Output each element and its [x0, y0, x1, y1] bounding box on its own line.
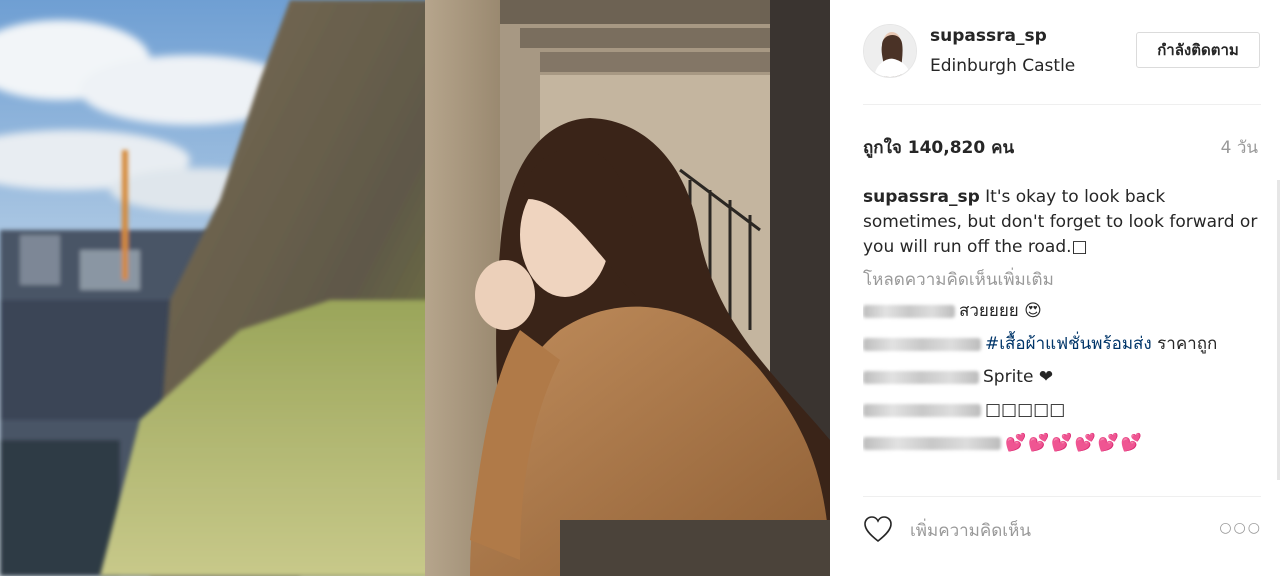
- instagram-post: supassra_sp Edinburgh Castle กำลังติดตาม…: [0, 0, 1280, 576]
- comment-text: 💕💕💕💕💕💕: [1005, 433, 1145, 453]
- blurred-username[interactable]: [863, 304, 955, 318]
- comment-item: 💕💕💕💕💕💕: [863, 431, 1261, 456]
- comment-item: Sprite ❤: [863, 365, 1261, 390]
- header-divider: [863, 104, 1261, 105]
- post-username[interactable]: supassra_sp: [930, 26, 1047, 46]
- post-details-panel: supassra_sp Edinburgh Castle กำลังติดตาม…: [830, 0, 1280, 576]
- comment-item: □□□□□: [863, 398, 1261, 423]
- footer-divider: [863, 496, 1261, 497]
- blurred-username[interactable]: [863, 337, 981, 351]
- following-button[interactable]: กำลังติดตาม: [1136, 32, 1260, 68]
- comment-text: สวยยยย 😍: [959, 301, 1042, 321]
- post-time[interactable]: 4 วัน: [1221, 134, 1258, 161]
- heart-outline-icon[interactable]: [863, 515, 893, 543]
- more-options-icon[interactable]: ○○○: [1219, 520, 1262, 536]
- post-header: supassra_sp Edinburgh Castle กำลังติดตาม: [830, 0, 1280, 104]
- add-comment-input[interactable]: เพิ่มความคิดเห็น: [910, 517, 1031, 544]
- blurred-username[interactable]: [863, 403, 981, 417]
- comment-text: ราคาถูก: [1151, 334, 1218, 354]
- comment-text: Sprite ❤: [983, 367, 1054, 387]
- blurred-username[interactable]: [863, 370, 979, 384]
- comment-text: □□□□□: [985, 400, 1066, 420]
- caption-author[interactable]: supassra_sp: [863, 187, 980, 207]
- blurred-username[interactable]: [863, 436, 1001, 450]
- comment-item: สวยยยย 😍: [863, 299, 1261, 324]
- post-photo[interactable]: [0, 0, 830, 576]
- likes-count[interactable]: ถูกใจ 140,820 คน: [863, 134, 1014, 161]
- load-more-comments-link[interactable]: โหลดความคิดเห็นเพิ่มเติม: [863, 268, 1261, 293]
- post-caption: supassra_sp It's okay to look back somet…: [863, 185, 1261, 260]
- avatar[interactable]: [863, 24, 917, 78]
- comment-item: #เสื้อผ้าแฟชั่นพร้อมส่ง ราคาถูก: [863, 332, 1261, 357]
- photo-image: [0, 0, 830, 576]
- comments-list: supassra_sp It's okay to look back somet…: [863, 185, 1261, 483]
- comment-hashtag[interactable]: #เสื้อผ้าแฟชั่นพร้อมส่ง: [985, 334, 1152, 354]
- post-location[interactable]: Edinburgh Castle: [930, 56, 1075, 76]
